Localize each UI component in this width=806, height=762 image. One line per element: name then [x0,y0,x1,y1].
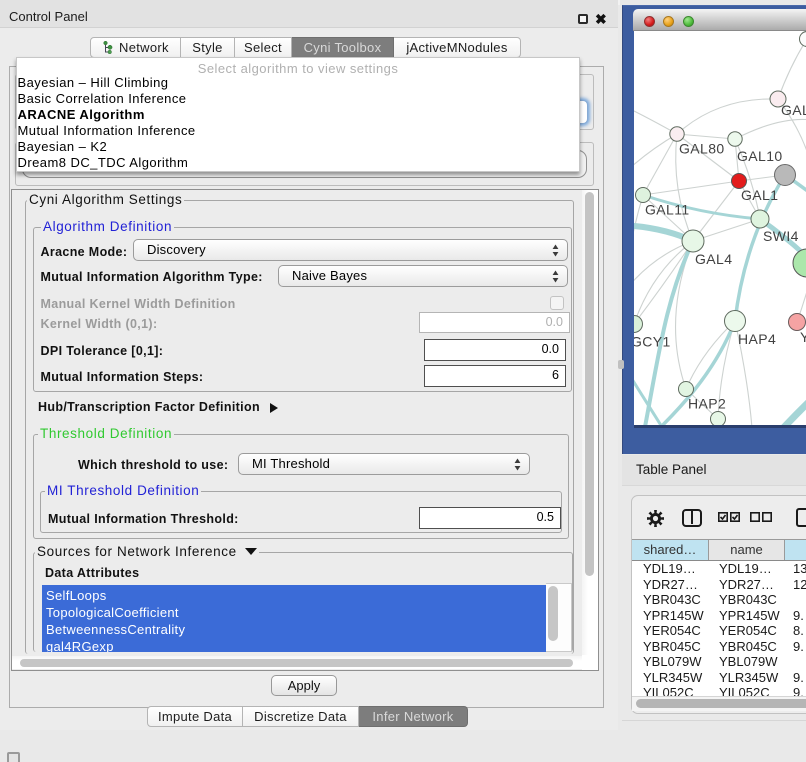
svg-text:GAL80: GAL80 [679,141,725,157]
svg-text:GAL4: GAL4 [695,251,732,267]
svg-text:GCY1: GCY1 [634,334,671,350]
svg-text:GAL11: GAL11 [645,202,690,218]
svg-text:HAP4: HAP4 [738,331,776,347]
svg-text:HAP2: HAP2 [688,396,726,412]
svg-text:SWI4: SWI4 [763,228,799,244]
svg-text:GAL10: GAL10 [737,148,783,164]
svg-text:GAL7: GAL7 [781,102,806,118]
svg-text:Y: Y [800,329,806,345]
svg-text:GAL1: GAL1 [741,187,778,203]
